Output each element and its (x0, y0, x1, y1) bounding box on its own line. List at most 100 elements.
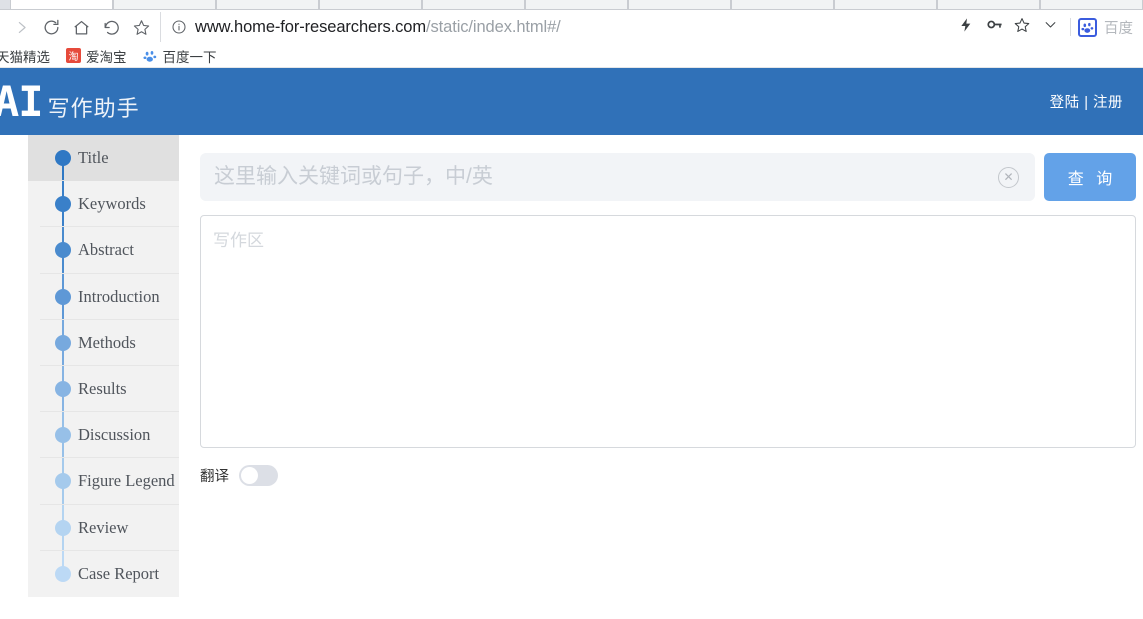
bookmark-item-baidu[interactable]: 百度一下 (135, 45, 225, 67)
query-button[interactable]: 查 询 (1044, 153, 1136, 201)
browser-tab[interactable] (731, 0, 834, 9)
sidebar-item-label: Review (78, 517, 129, 537)
bookmark-label: 天猫精选 (0, 49, 50, 65)
reload-button[interactable] (36, 12, 66, 42)
brand-subtitle: 写作助手 (47, 95, 140, 121)
home-button[interactable] (66, 12, 96, 42)
sidebar-item-label: Keywords (78, 194, 146, 214)
timeline-dot-icon (55, 381, 71, 398)
reload-icon (42, 18, 61, 37)
chevron-down-icon (1043, 17, 1058, 37)
browser-tab[interactable] (10, 0, 113, 9)
sidebar-item-label: Results (78, 379, 127, 399)
browser-toolbar: www.home-for-researchers.com/static/inde… (0, 10, 1143, 44)
bookmark-item-taobao[interactable]: 淘 爱淘宝 (58, 45, 135, 67)
sidebar-item-label: Title (78, 148, 109, 168)
overflow-menu-button[interactable] (1037, 12, 1063, 42)
info-circle-icon[interactable] (171, 19, 187, 35)
timeline-dot-icon (55, 473, 71, 490)
writing-textarea[interactable] (200, 215, 1136, 448)
taobao-icon: 淘 (66, 48, 81, 63)
section-sidebar: Title Keywords Abstract Introduction Methods… (28, 135, 179, 597)
sidebar-item-label: Case Report (78, 563, 160, 583)
star-icon (132, 18, 151, 37)
sidebar-item-introduction[interactable]: Introduction (28, 273, 179, 320)
baidu-paw-icon (143, 48, 158, 63)
bookmark-label: 爱淘宝 (86, 49, 127, 65)
bookmark-star-button[interactable] (1009, 12, 1035, 42)
timeline-dot-icon (55, 334, 71, 351)
sidebar-item-label: Methods (78, 332, 136, 352)
timeline-dot-icon (55, 196, 71, 213)
timeline-dot-icon (55, 565, 71, 582)
bookmarks-bar: 天猫精选 淘 爱淘宝 百度一下 (0, 44, 1143, 68)
url-path: /static/index.html#/ (426, 17, 561, 36)
sidebar-item-label: Abstract (78, 240, 134, 260)
undo-arrow-icon (102, 18, 121, 37)
flash-button[interactable] (953, 12, 979, 42)
lightning-icon (958, 17, 974, 38)
history-back-button[interactable] (96, 12, 126, 42)
auth-links[interactable]: 登陆 | 注册 (1050, 91, 1123, 112)
browser-tab[interactable] (422, 0, 525, 9)
browser-tab[interactable] (113, 0, 216, 9)
sidebar-item-keywords[interactable]: Keywords (28, 181, 179, 228)
password-manager-button[interactable] (981, 12, 1007, 42)
forward-button[interactable] (6, 12, 36, 42)
sidebar-item-case-report[interactable]: Case Report (28, 550, 179, 597)
bookmark-page-button[interactable] (126, 12, 156, 42)
search-row: ✕ 查 询 (200, 153, 1136, 201)
chevron-right-icon (13, 19, 30, 36)
sidebar-item-label: Figure Legend (78, 471, 175, 491)
bookmark-item-tmall[interactable]: 天猫精选 (0, 45, 58, 67)
sidebar-item-results[interactable]: Results (28, 365, 179, 413)
bookmark-label: 百度一下 (162, 49, 217, 65)
browser-tab[interactable] (319, 0, 422, 9)
toolbar-right-actions: 百度 (945, 12, 1137, 42)
brand-logo[interactable]: AI 写作助手 (0, 76, 140, 126)
sidebar-item-figure-legend[interactable]: Figure Legend (28, 458, 179, 505)
sidebar-item-label: Discussion (78, 425, 151, 445)
timeline-dot-icon (55, 519, 71, 536)
site-header: AI 写作助手 登陆 | 注册 (0, 68, 1143, 135)
browser-tab[interactable] (937, 0, 1040, 9)
browser-tab[interactable] (628, 0, 731, 9)
timeline-dot-icon (55, 427, 71, 444)
star-outline-icon (1013, 16, 1031, 39)
brand-mark: AI (0, 76, 44, 126)
translate-row: 翻译 (200, 465, 278, 486)
tab-strip[interactable] (0, 0, 1143, 10)
tab-strip-edge (0, 0, 10, 9)
toolbar-divider (1070, 18, 1071, 36)
timeline-dot-icon (55, 150, 71, 167)
home-icon (72, 18, 91, 37)
url-text: www.home-for-researchers.com/static/inde… (195, 18, 561, 37)
translate-label: 翻译 (200, 469, 229, 485)
url-domain: www.home-for-researchers.com (195, 17, 427, 36)
baidu-extension-label: 百度 (1104, 20, 1133, 37)
sidebar-item-review[interactable]: Review (28, 504, 179, 551)
sidebar-item-discussion[interactable]: Discussion (28, 412, 179, 459)
search-field[interactable]: ✕ (200, 153, 1035, 201)
translate-toggle[interactable] (239, 465, 278, 486)
sidebar-item-abstract[interactable]: Abstract (28, 227, 179, 274)
baidu-paw-icon (1078, 17, 1097, 37)
key-icon (986, 16, 1003, 38)
address-bar[interactable]: www.home-for-researchers.com/static/inde… (160, 12, 945, 42)
toggle-knob (241, 467, 258, 484)
sidebar-item-label: Introduction (78, 286, 160, 306)
timeline-dot-icon (55, 288, 71, 305)
timeline-dot-icon (55, 242, 71, 259)
page-content: AI 写作助手 登陆 | 注册 Title Keywords Abstract Int… (0, 68, 1143, 618)
search-input[interactable] (214, 165, 990, 189)
browser-tab[interactable] (525, 0, 628, 9)
baidu-extension-button[interactable]: 百度 (1078, 17, 1137, 38)
browser-chrome: www.home-for-researchers.com/static/inde… (0, 0, 1143, 68)
sidebar-item-title[interactable]: Title (28, 135, 179, 182)
browser-tab[interactable] (1040, 0, 1143, 9)
close-circle-icon[interactable]: ✕ (998, 166, 1019, 188)
body-area: Title Keywords Abstract Introduction Methods… (0, 135, 1143, 618)
browser-tab[interactable] (216, 0, 319, 9)
sidebar-item-methods[interactable]: Methods (28, 319, 179, 366)
browser-tab[interactable] (834, 0, 937, 9)
